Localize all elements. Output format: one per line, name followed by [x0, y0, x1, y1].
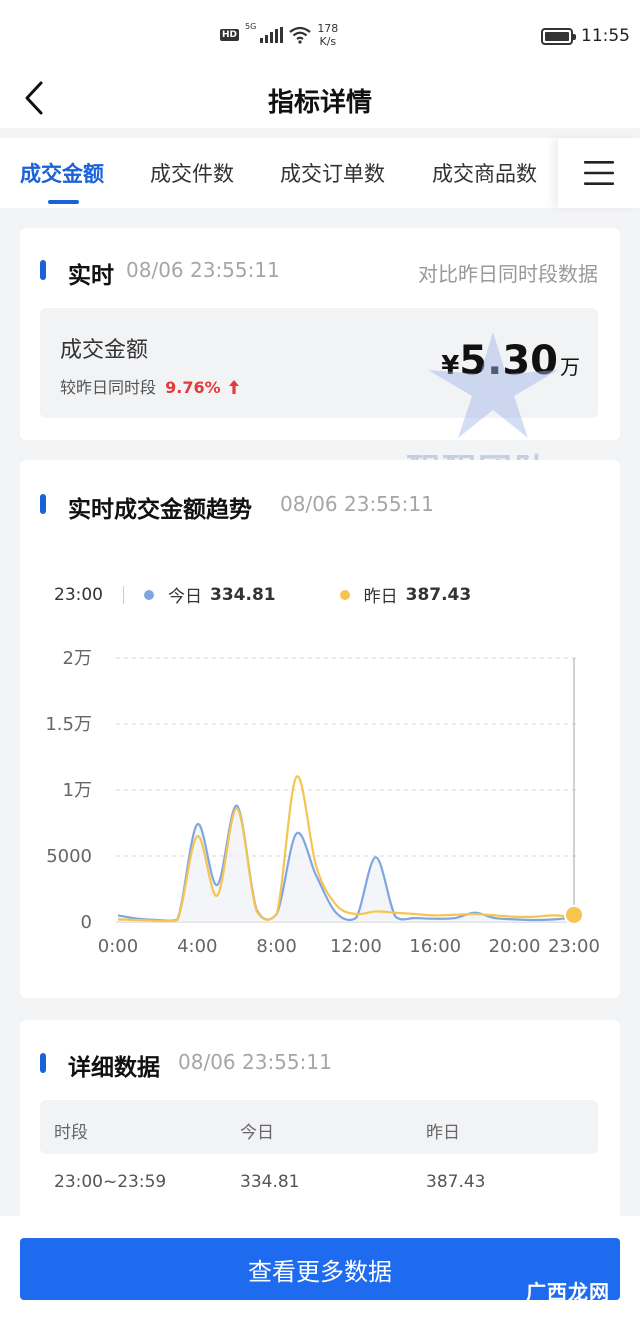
signal-icon	[260, 27, 284, 43]
x-tick-label: 23:00	[548, 936, 600, 957]
chart-legend: 23:00 今日 334.81 昨日 387.43	[54, 582, 472, 608]
metric-tabs: 成交金额 成交件数 成交订单数 成交商品数	[0, 138, 640, 208]
y-tick-label: 5000	[46, 846, 92, 867]
clock: 11:55	[581, 26, 630, 46]
section-marker	[40, 494, 46, 514]
tab-deal-amount[interactable]: 成交金额	[20, 158, 104, 188]
legend-today-label: 今日	[168, 587, 202, 607]
arrow-up-icon	[228, 380, 239, 394]
page-title: 指标详情	[267, 88, 372, 118]
table-cell: 334.81	[240, 1172, 300, 1192]
trend-title: 实时成交金额趋势	[68, 497, 252, 523]
legend-yesterday-value: 387.43	[405, 584, 472, 605]
x-tick-label: 20:00	[489, 936, 541, 957]
column-header: 今日	[240, 1123, 274, 1143]
tab-deal-orders[interactable]: 成交订单数	[280, 158, 385, 188]
y-tick-label: 1万	[63, 780, 92, 801]
detail-card: 详细数据 08/06 23:55:11 时段 今日 昨日 23:00~23:59…	[20, 1020, 620, 1216]
today-dot-icon	[144, 589, 154, 600]
metric-label: 成交金额	[60, 338, 149, 363]
column-header: 时段	[54, 1123, 88, 1143]
realtime-title: 实时	[68, 263, 114, 289]
currency-symbol: ¥	[441, 351, 460, 381]
compare-label: 较昨日同时段	[60, 378, 157, 397]
legend-yesterday-label: 昨日	[363, 587, 398, 607]
cursor-point	[564, 904, 584, 925]
detail-timestamp: 08/06 23:55:11	[178, 1050, 332, 1074]
network-type-label: 5G	[245, 22, 257, 31]
tab-deal-products[interactable]: 成交商品数	[432, 158, 537, 188]
speed-unit: K/s	[319, 35, 337, 48]
x-tick-label: 4:00	[177, 936, 217, 957]
trend-timestamp: 08/06 23:55:11	[280, 492, 434, 516]
x-tick-label: 8:00	[256, 936, 296, 957]
corner-watermark: 广西龙网	[526, 1280, 610, 1304]
active-tab-indicator	[48, 200, 79, 204]
y-tick-label: 2万	[63, 648, 92, 669]
y-tick-label: 1.5万	[45, 714, 92, 735]
trend-card: 实时成交金额趋势 08/06 23:55:11 23:00 今日 334.81 …	[20, 460, 620, 998]
section-marker	[40, 260, 46, 280]
legend-today-value: 334.81	[210, 584, 276, 605]
realtime-timestamp: 08/06 23:55:11	[126, 258, 280, 282]
table-cell: 387.43	[426, 1172, 486, 1192]
network-speed: 178 K/s	[317, 22, 338, 48]
network-status: HD 5G 178 K/s	[220, 22, 338, 48]
status-bar: HD 5G 178 K/s 11:55	[0, 0, 640, 72]
battery-icon	[541, 27, 576, 45]
wifi-icon	[289, 26, 311, 44]
column-header: 昨日	[426, 1123, 460, 1143]
x-tick-label: 16:00	[409, 936, 461, 957]
section-marker	[40, 1053, 46, 1073]
y-tick-label: 0	[81, 912, 92, 933]
today-area	[118, 805, 574, 922]
table-cell: 23:00~23:59	[54, 1172, 167, 1192]
yesterday-dot-icon	[339, 589, 350, 600]
table-header: 时段 今日 昨日	[40, 1100, 598, 1154]
menu-icon	[584, 161, 614, 185]
metric-number: 5.30	[459, 338, 558, 384]
metric-compare: 较昨日同时段 9.76%	[60, 374, 240, 398]
tabs-menu-button[interactable]	[558, 138, 640, 208]
compare-yesterday-link[interactable]: 对比昨日同时段数据	[418, 258, 598, 287]
trend-chart[interactable]: 0 5000 1万 1.5万 2万 0:00 4:00 8:00 12:00 16:00 20:00…	[20, 640, 620, 980]
nav-bar: 指标详情	[0, 72, 640, 128]
realtime-card: 实时 08/06 23:55:11 对比昨日同时段数据 成交金额 较昨日同时段 …	[20, 228, 620, 440]
metric-unit: 万	[560, 355, 580, 379]
legend-time: 23:00	[54, 584, 103, 605]
compare-percent: 9.76%	[165, 378, 221, 397]
x-tick-label: 12:00	[330, 936, 382, 957]
x-tick-label: 0:00	[98, 936, 138, 957]
metric-summary: 成交金额 较昨日同时段 9.76% ¥ 5.30 万	[40, 308, 598, 418]
speed-value: 178	[317, 22, 339, 35]
bottom-bar: 查看更多数据 广西龙网	[0, 1216, 640, 1320]
detail-title: 详细数据	[68, 1055, 160, 1081]
metric-value: ¥ 5.30 万	[441, 338, 580, 384]
hd-badge: HD	[220, 29, 240, 41]
tab-deal-items[interactable]: 成交件数	[150, 158, 234, 188]
